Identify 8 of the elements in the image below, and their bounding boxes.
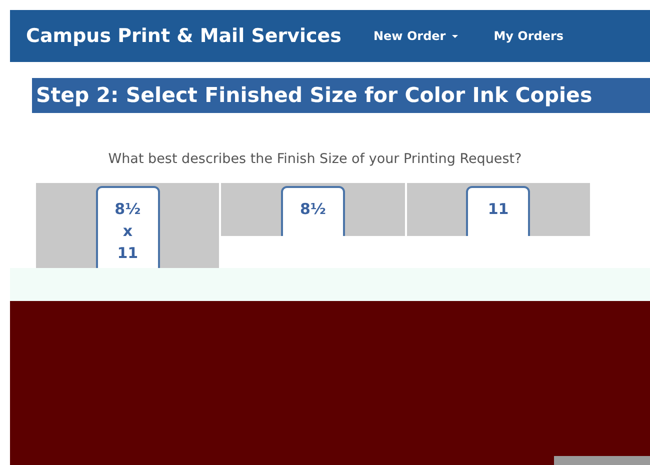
size-option-button[interactable]: 8½ x 11 (96, 186, 160, 268)
size-option-button[interactable]: 11 (466, 186, 530, 236)
question-text: What best describes the Finish Size of your Printing Request? (107, 150, 523, 169)
nav-link[interactable]: My Orders (494, 27, 564, 45)
step-title: Step 2: Select Finished Size for Color Ink Copies (32, 78, 650, 113)
size-option-button[interactable]: 8½ (280, 186, 345, 236)
dropdown-menu-link[interactable]: New Order (374, 27, 458, 45)
brand-title[interactable]: Campus Print & Mail Services (26, 22, 342, 50)
